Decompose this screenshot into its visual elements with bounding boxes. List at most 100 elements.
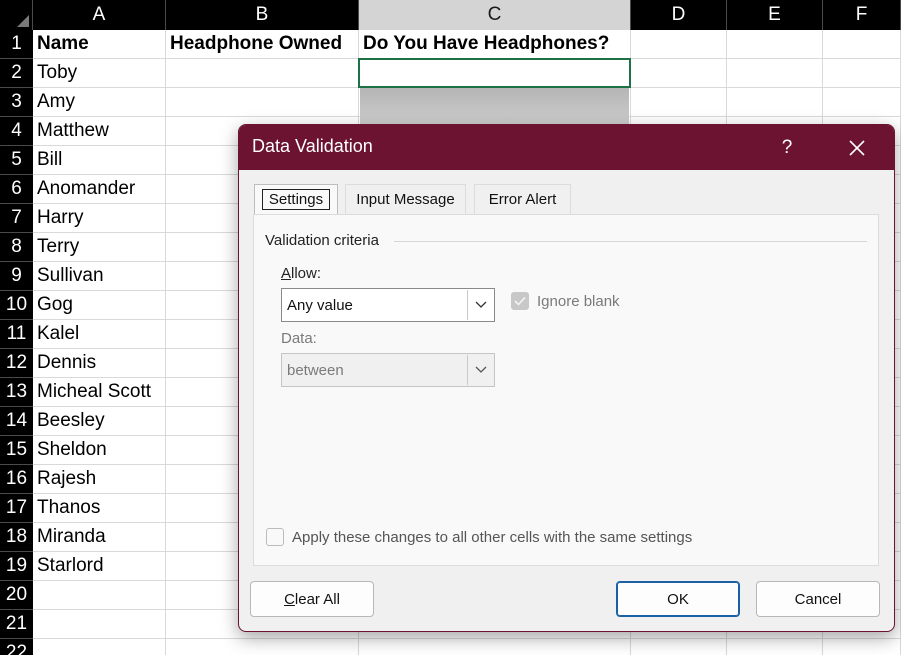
allow-select-value: Any value <box>287 296 353 314</box>
cell-a6[interactable]: Anomander <box>33 175 166 204</box>
cell-b3[interactable] <box>166 88 359 117</box>
selected-cell-c2[interactable] <box>358 58 631 88</box>
help-icon: ? <box>781 136 793 158</box>
cell-a14[interactable]: Beesley <box>33 407 166 436</box>
row-header[interactable]: 4 <box>0 117 33 146</box>
cell-a15[interactable]: Sheldon <box>33 436 166 465</box>
row-header[interactable]: 17 <box>0 494 33 523</box>
cell-a21[interactable] <box>33 610 166 639</box>
cell-c1[interactable]: Do You Have Headphones? <box>359 30 631 59</box>
tab-input-message[interactable]: Input Message <box>345 184 466 214</box>
cell-a17[interactable]: Thanos <box>33 494 166 523</box>
cell-b22[interactable] <box>166 639 359 655</box>
settings-panel: Validation criteria Allow: Any value Ign… <box>253 214 879 566</box>
column-header-e[interactable]: E <box>727 0 823 30</box>
row-header[interactable]: 15 <box>0 436 33 465</box>
close-button[interactable] <box>834 125 880 170</box>
allow-label: Allow: <box>281 265 322 282</box>
ok-button[interactable]: OK <box>616 581 740 617</box>
column-header-c[interactable]: C <box>359 0 631 30</box>
cell-a5[interactable]: Bill <box>33 146 166 175</box>
cell-e3[interactable] <box>727 88 823 117</box>
cell-a13[interactable]: Micheal Scott <box>33 378 166 407</box>
cell-c3-highlight <box>360 88 629 128</box>
row-header[interactable]: 8 <box>0 233 33 262</box>
data-select-value: between <box>287 361 344 379</box>
help-button[interactable]: ? <box>764 125 810 170</box>
cell-a20[interactable] <box>33 581 166 610</box>
cell-b2[interactable] <box>166 59 359 88</box>
row-header[interactable]: 16 <box>0 465 33 494</box>
cell-a16[interactable]: Rajesh <box>33 465 166 494</box>
row-header[interactable]: 7 <box>0 204 33 233</box>
validation-criteria-label: Validation criteria <box>265 232 379 249</box>
cell-e2[interactable] <box>727 59 823 88</box>
chevron-down-icon <box>467 290 493 320</box>
cell-f2[interactable] <box>823 59 901 88</box>
checkmark-icon <box>514 296 526 306</box>
apply-all-checkbox[interactable] <box>266 528 284 546</box>
dialog-titlebar[interactable]: Data Validation ? <box>239 125 894 170</box>
column-header-d[interactable]: D <box>631 0 727 30</box>
tab-settings[interactable]: Settings <box>254 184 338 214</box>
cell-a10[interactable]: Gog <box>33 291 166 320</box>
cell-a7[interactable]: Harry <box>33 204 166 233</box>
row-header[interactable]: 18 <box>0 523 33 552</box>
cell-d1[interactable] <box>631 30 727 59</box>
ignore-blank-checkbox[interactable] <box>511 292 529 310</box>
column-header-a[interactable]: A <box>33 0 166 30</box>
cell-e1[interactable] <box>727 30 823 59</box>
row-header[interactable]: 22 <box>0 639 33 655</box>
row-header[interactable]: 9 <box>0 262 33 291</box>
group-divider <box>394 241 867 242</box>
cell-a9[interactable]: Sullivan <box>33 262 166 291</box>
allow-select[interactable]: Any value <box>281 288 495 322</box>
cell-d2[interactable] <box>631 59 727 88</box>
cell-d3[interactable] <box>631 88 727 117</box>
tab-error-alert[interactable]: Error Alert <box>474 184 571 214</box>
data-select[interactable]: between <box>281 353 495 387</box>
cancel-button[interactable]: Cancel <box>756 581 880 617</box>
clear-all-button[interactable]: Clear All <box>250 581 374 617</box>
cell-a1[interactable]: Name <box>33 30 166 59</box>
row-header[interactable]: 1 <box>0 30 33 59</box>
data-label: Data: <box>281 330 317 347</box>
cell-f1[interactable] <box>823 30 901 59</box>
cell-e22[interactable] <box>727 639 823 655</box>
row-header[interactable]: 20 <box>0 581 33 610</box>
row-header[interactable]: 21 <box>0 610 33 639</box>
cell-f3[interactable] <box>823 88 901 117</box>
dialog-title: Data Validation <box>252 136 373 156</box>
close-icon <box>849 139 865 156</box>
row-header[interactable]: 13 <box>0 378 33 407</box>
cell-a3[interactable]: Amy <box>33 88 166 117</box>
row-header[interactable]: 11 <box>0 320 33 349</box>
cell-d22[interactable] <box>631 639 727 655</box>
row-header[interactable]: 5 <box>0 146 33 175</box>
cell-a8[interactable]: Terry <box>33 233 166 262</box>
row-header[interactable]: 10 <box>0 291 33 320</box>
ignore-blank-label: Ignore blank <box>537 293 620 310</box>
cell-a22[interactable] <box>33 639 166 655</box>
cell-a19[interactable]: Starlord <box>33 552 166 581</box>
cell-a2[interactable]: Toby <box>33 59 166 88</box>
row-header[interactable]: 19 <box>0 552 33 581</box>
cell-a11[interactable]: Kalel <box>33 320 166 349</box>
row-header[interactable]: 6 <box>0 175 33 204</box>
clear-all-label: Clear All <box>284 590 340 608</box>
cell-f22[interactable] <box>823 639 901 655</box>
column-header-f[interactable]: F <box>823 0 901 30</box>
sheet-row: 22 <box>0 639 901 655</box>
chevron-down-icon <box>467 355 493 385</box>
column-header-b[interactable]: B <box>166 0 359 30</box>
cell-a18[interactable]: Miranda <box>33 523 166 552</box>
cell-b1[interactable]: Headphone Owned <box>166 30 359 59</box>
cell-a12[interactable]: Dennis <box>33 349 166 378</box>
row-header[interactable]: 14 <box>0 407 33 436</box>
row-header[interactable]: 3 <box>0 88 33 117</box>
row-header[interactable]: 12 <box>0 349 33 378</box>
select-all-corner[interactable] <box>0 0 33 30</box>
cell-a4[interactable]: Matthew <box>33 117 166 146</box>
row-header[interactable]: 2 <box>0 59 33 88</box>
cell-c22[interactable] <box>359 639 631 655</box>
